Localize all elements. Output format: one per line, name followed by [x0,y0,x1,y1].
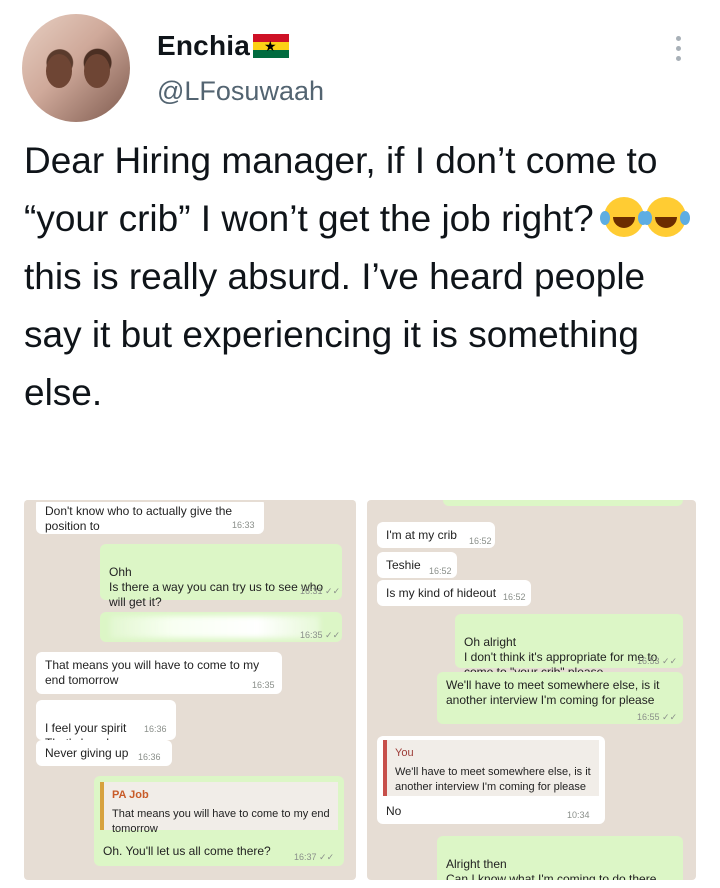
message-bubble: Don't know who to actually give the posi… [36,500,264,534]
redaction-blur [110,616,320,638]
message-time: 16:36 [138,752,161,762]
message-time: 16:35 ✓✓ [300,630,341,640]
ghana-flag-icon: ★ [253,34,289,58]
message-time: 16:53 ✓✓ [637,656,678,666]
quoted-message: PA Job That means you will have to come … [100,782,338,835]
message-time: 16:52 [469,536,492,546]
tweet-text-part1: Dear Hiring manager, if I don’t come to … [24,140,658,239]
quoted-message: You We'll have to meet somewhere else, i… [383,740,599,796]
avatar[interactable] [22,14,130,122]
message-time: 16:35 [252,680,275,690]
message-time: 16:36 [144,724,167,734]
message-time: 16:31 ✓✓ [300,586,341,596]
flag-star-icon: ★ [264,38,277,54]
message-time: 16:52 [429,566,452,576]
message-bubble: I feel your spirit That's how I am [36,700,176,750]
more-options-icon[interactable] [676,36,684,61]
tweet-text-part2: this is really absurd. I’ve heard people… [24,256,646,413]
laughing-emoji-icon [641,197,686,237]
reply-message-bubble: You We'll have to meet somewhere else, i… [377,736,605,824]
message-bubble: Alright then Can I know what I'm coming … [437,836,683,880]
avatar-face-right [84,54,110,88]
quoted-sender-name: You [395,747,414,759]
crop-edge [24,500,356,502]
display-name[interactable]: Enchia [157,30,250,62]
quoted-text: That means you will have to come to my e… [112,808,330,835]
message-time: 16:33 [232,520,255,530]
reply-text: Oh. You'll let us all come there? [103,844,271,858]
message-bubble-cropped [443,500,683,506]
reply-message-bubble: PA Job That means you will have to come … [94,776,344,866]
quoted-text: We'll have to meet somewhere else, is it… [395,766,591,793]
chat-screenshot-left[interactable]: Don't know who to actually give the posi… [24,500,356,880]
message-time: 10:34 [567,810,590,820]
chat-screenshot-right[interactable]: I'm at my crib 16:52 Teshie 16:52 Is my … [367,500,696,880]
message-time: 16:37 ✓✓ [294,852,335,862]
quoted-sender-name: PA Job [112,789,149,801]
message-time: 16:52 [503,592,526,602]
reply-text: No [386,804,402,818]
user-handle[interactable]: @LFosuwaah [157,76,324,107]
avatar-face-left [46,54,72,88]
message-time: 16:55 ✓✓ [637,712,678,722]
tweet-text: Dear Hiring manager, if I don’t come to … [24,132,694,422]
message-bubble: That means you will have to come to my e… [36,652,282,694]
laughing-emoji-icon [599,197,644,237]
